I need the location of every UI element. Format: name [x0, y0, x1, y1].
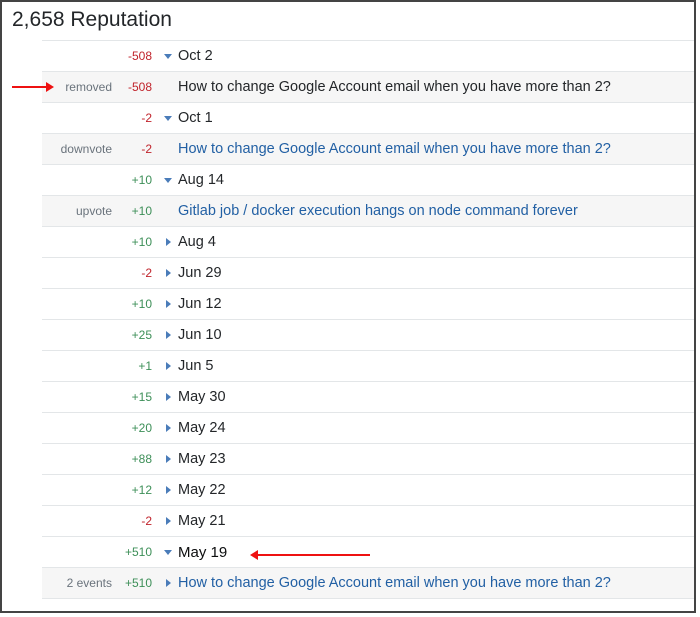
rep-row: upvote+10 Gitlab job / docker execution h… — [42, 196, 694, 227]
rep-delta: +510 — [116, 545, 158, 559]
rep-date: Jun 10 — [178, 327, 694, 343]
reputation-list: -508Oct 2removed-508How to change Google… — [42, 40, 694, 599]
rep-post-link[interactable]: How to change Google Account email when … — [178, 575, 694, 591]
rep-row: downvote-2 How to change Google Account e… — [42, 134, 694, 165]
caret-right-icon[interactable] — [158, 486, 178, 494]
rep-reason: downvote — [42, 142, 116, 156]
rep-row: +510 May 19 — [42, 537, 694, 568]
rep-row: +1 Jun 5 — [42, 351, 694, 382]
rep-delta: +10 — [116, 235, 158, 249]
rep-reason: 2 events — [42, 576, 116, 590]
rep-date: Jun 12 — [178, 296, 694, 312]
rep-row: -508 Oct 2 — [42, 41, 694, 72]
rep-date: Aug 4 — [178, 234, 694, 250]
rep-row: +10 Jun 12 — [42, 289, 694, 320]
caret-right-icon[interactable] — [158, 300, 178, 308]
page-title: 2,658 Reputation — [2, 2, 694, 40]
caret-right-icon[interactable] — [158, 517, 178, 525]
rep-delta: +88 — [116, 452, 158, 466]
rep-delta: +1 — [116, 359, 158, 373]
caret-down-icon[interactable] — [158, 178, 178, 183]
caret-right-icon[interactable] — [158, 393, 178, 401]
rep-delta: +25 — [116, 328, 158, 342]
rep-delta: +510 — [116, 576, 158, 590]
rep-delta: -508 — [116, 80, 158, 94]
rep-delta: +12 — [116, 483, 158, 497]
rep-delta: +10 — [116, 173, 158, 187]
rep-row: removed-508 How to change Google Account … — [42, 72, 694, 103]
rep-date: Oct 1 — [178, 110, 694, 126]
rep-date: Jun 5 — [178, 358, 694, 374]
rep-reason: upvote — [42, 204, 116, 218]
caret-down-icon[interactable] — [158, 116, 178, 121]
rep-delta: -2 — [116, 111, 158, 125]
rep-row: +10 Aug 4 — [42, 227, 694, 258]
rep-delta: +10 — [116, 204, 158, 218]
caret-right-icon[interactable] — [158, 455, 178, 463]
rep-date: May 21 — [178, 513, 694, 529]
rep-row: +88 May 23 — [42, 444, 694, 475]
rep-row: +10 Aug 14 — [42, 165, 694, 196]
caret-down-icon[interactable] — [158, 54, 178, 59]
rep-date: May 30 — [178, 389, 694, 405]
rep-row: -2 May 21 — [42, 506, 694, 537]
rep-date: May 19 — [178, 544, 694, 561]
rep-post-link[interactable]: Gitlab job / docker execution hangs on n… — [178, 203, 694, 219]
rep-delta: +15 — [116, 390, 158, 404]
caret-right-icon[interactable] — [158, 362, 178, 370]
rep-date: May 23 — [178, 451, 694, 467]
rep-row: -2 Oct 1 — [42, 103, 694, 134]
rep-row: +25 Jun 10 — [42, 320, 694, 351]
rep-row: +15 May 30 — [42, 382, 694, 413]
rep-delta: -2 — [116, 266, 158, 280]
rep-date: Jun 29 — [178, 265, 694, 281]
rep-reason: removed — [42, 80, 116, 94]
rep-date: Oct 2 — [178, 48, 694, 64]
rep-delta: -2 — [116, 142, 158, 156]
rep-date: May 24 — [178, 420, 694, 436]
caret-down-icon[interactable] — [158, 550, 178, 555]
rep-date: How to change Google Account email when … — [178, 79, 694, 95]
rep-date: Aug 14 — [178, 172, 694, 188]
caret-right-icon[interactable] — [158, 424, 178, 432]
rep-row: +20 May 24 — [42, 413, 694, 444]
rep-post-link[interactable]: How to change Google Account email when … — [178, 141, 694, 157]
rep-row: +12 May 22 — [42, 475, 694, 506]
rep-delta: +20 — [116, 421, 158, 435]
rep-delta: -508 — [116, 49, 158, 63]
caret-right-icon[interactable] — [158, 331, 178, 339]
rep-delta: +10 — [116, 297, 158, 311]
rep-date: May 22 — [178, 482, 694, 498]
caret-right-icon[interactable] — [158, 238, 178, 246]
caret-right-icon[interactable] — [158, 579, 178, 587]
rep-delta: -2 — [116, 514, 158, 528]
caret-right-icon[interactable] — [158, 269, 178, 277]
rep-row: 2 events+510 How to change Google Account… — [42, 568, 694, 599]
rep-row: -2 Jun 29 — [42, 258, 694, 289]
